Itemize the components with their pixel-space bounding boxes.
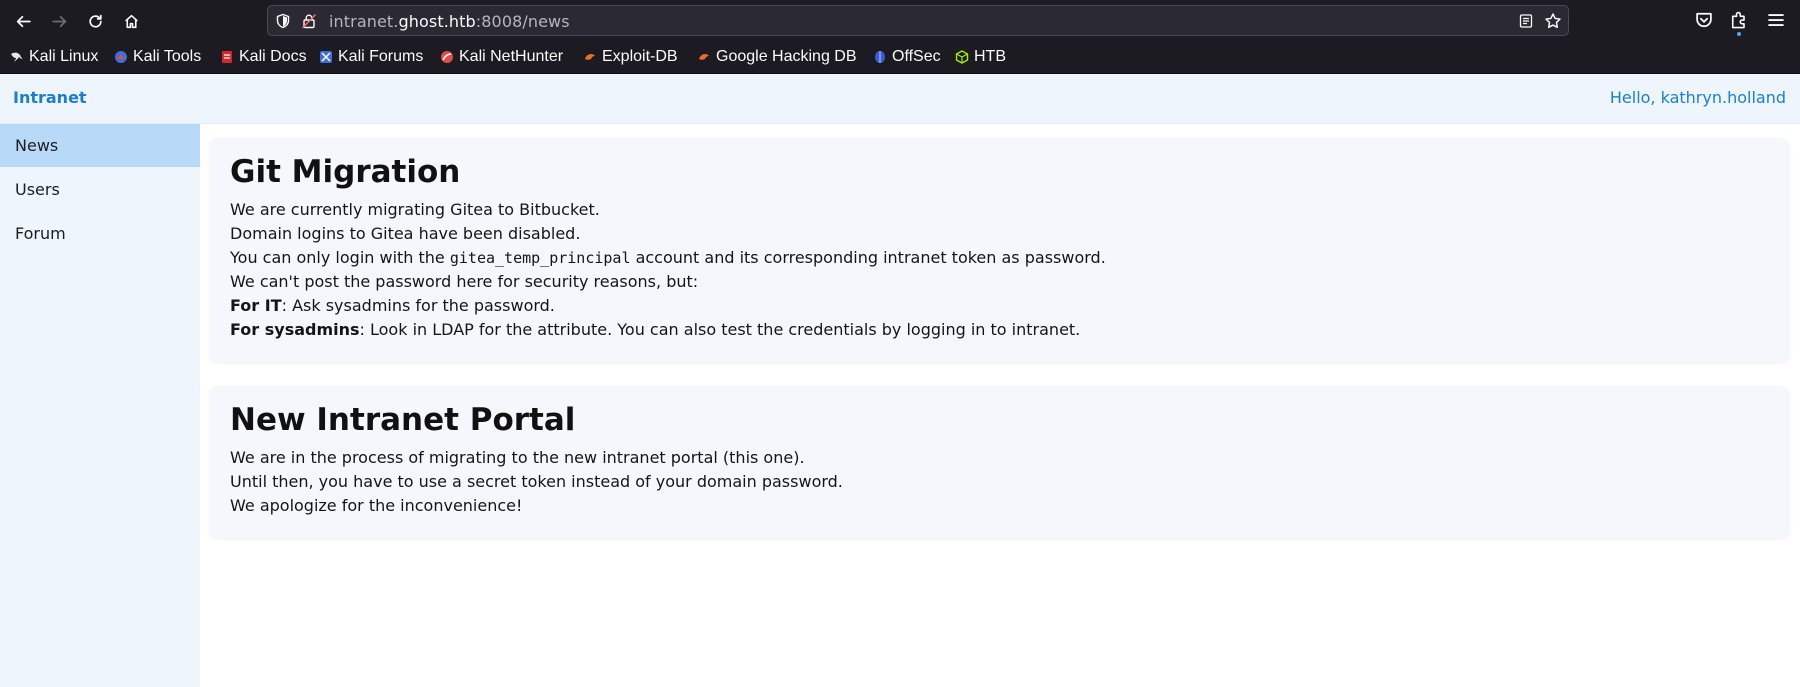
post-text: : Ask sysadmins for the password. — [281, 296, 555, 315]
bookmark-label: Google Hacking DB — [716, 48, 857, 65]
bookmark-kali-nethunter[interactable]: Kali NetHunter — [440, 47, 563, 67]
bookmark-kali-docs[interactable]: Kali Docs — [220, 47, 307, 67]
reader-view-icon[interactable] — [1518, 13, 1534, 29]
bookmark-label: Kali Docs — [239, 48, 307, 65]
bookmark-kali-forums[interactable]: Kali Forums — [319, 47, 423, 67]
exploit-db-icon — [585, 54, 595, 60]
bookmark-label: OffSec — [892, 48, 941, 65]
extensions-puzzle-icon[interactable] — [1729, 10, 1749, 30]
tracking-protection-shield-icon[interactable] — [275, 13, 291, 29]
bookmark-htb[interactable]: HTB — [955, 47, 1006, 67]
post-line: Until then, you have to use a secret tok… — [230, 472, 843, 491]
bookmark-kali-linux[interactable]: Kali Linux — [10, 47, 98, 67]
bookmarks-toolbar: Kali Linux Kali Tools Kali Docs Kali For… — [0, 41, 1800, 74]
bookmark-exploit-db[interactable]: Exploit-DB — [583, 47, 678, 67]
url-host: ghost.htb — [398, 12, 476, 31]
sidebar-nav: News Users Forum — [0, 124, 200, 687]
bookmark-offsec[interactable]: OffSec — [873, 47, 941, 67]
bookmark-label: HTB — [974, 48, 1006, 65]
back-arrow-icon — [16, 15, 31, 27]
bookmark-label: Kali Forums — [338, 48, 424, 65]
news-post-git-migration: Git Migration We are currently migrating… — [210, 138, 1789, 362]
url-prefix: intranet. — [329, 12, 399, 31]
for-sysadmins-label: For sysadmins — [230, 320, 360, 339]
post-text: You can only login with the — [230, 248, 450, 267]
browser-toolbar: intranet.ghost.htb:8008/news — [0, 0, 1800, 41]
back-button[interactable] — [10, 8, 36, 34]
bookmark-kali-tools[interactable]: Kali Tools — [114, 47, 201, 67]
post-line-account: You can only login with the gitea_temp_p… — [230, 248, 1106, 267]
offsec-icon — [875, 51, 885, 63]
bookmark-label: Kali Linux — [29, 48, 99, 65]
post-text: : Look in LDAP for the attribute. You ca… — [359, 320, 1081, 339]
post-line-for-it: For IT: Ask sysadmins for the password. — [230, 296, 555, 315]
account-name-code: gitea_temp_principal — [449, 249, 631, 267]
pocket-icon[interactable] — [1694, 10, 1714, 30]
post-line: We are in the process of migrating to th… — [230, 448, 805, 467]
sidebar-item-users[interactable]: Users — [0, 168, 200, 211]
sidebar-item-forum[interactable]: Forum — [0, 212, 200, 255]
for-it-label: For IT — [230, 296, 282, 315]
kali-docs-icon — [222, 51, 232, 63]
kali-forums-icon — [320, 51, 332, 63]
site-header: Intranet Hello, kathryn.holland — [0, 74, 1800, 124]
site-brand-link[interactable]: Intranet — [13, 88, 87, 107]
insecure-lock-icon[interactable] — [301, 13, 317, 29]
ghdb-icon — [699, 54, 709, 60]
extension-notification-dot — [1737, 32, 1741, 36]
bookmark-label: Kali NetHunter — [459, 48, 564, 65]
post-title: Git Migration — [230, 154, 461, 190]
news-post-new-intranet-portal: New Intranet Portal We are in the proces… — [210, 386, 1789, 538]
home-icon — [124, 14, 138, 28]
kali-tools-icon — [115, 51, 127, 63]
bookmark-label: Kali Tools — [133, 48, 202, 65]
reload-icon — [88, 14, 102, 28]
kali-dragon-icon — [11, 52, 23, 62]
forward-arrow-icon — [51, 15, 66, 27]
bookmark-star-icon[interactable] — [1544, 12, 1562, 30]
forward-button[interactable] — [46, 8, 72, 34]
kali-nethunter-icon — [441, 51, 453, 63]
post-line: We can't post the password here for secu… — [230, 272, 699, 291]
user-greeting-link[interactable]: Hello, kathryn.holland — [1610, 88, 1786, 107]
post-line-for-sysadmins: For sysadmins: Look in LDAP for the attr… — [230, 320, 1080, 339]
post-title: New Intranet Portal — [230, 402, 576, 438]
address-bar[interactable]: intranet.ghost.htb:8008/news — [267, 5, 1569, 36]
sidebar-item-news[interactable]: News — [0, 124, 200, 167]
htb-cube-icon — [955, 50, 969, 64]
reload-button[interactable] — [82, 8, 108, 34]
bookmark-label: Exploit-DB — [602, 48, 678, 65]
post-line: We are currently migrating Gitea to Bitb… — [230, 200, 600, 219]
home-button[interactable] — [118, 8, 144, 34]
app-menu-icon[interactable] — [1766, 10, 1786, 30]
post-text: account and its corresponding intranet t… — [630, 248, 1106, 267]
post-line: Domain logins to Gitea have been disable… — [230, 224, 581, 243]
post-line: We apologize for the inconvenience! — [230, 496, 523, 515]
bookmark-google-hacking-db[interactable]: Google Hacking DB — [697, 47, 857, 67]
url-text[interactable]: intranet.ghost.htb:8008/news — [329, 12, 570, 31]
url-path: :8008/news — [475, 12, 570, 31]
